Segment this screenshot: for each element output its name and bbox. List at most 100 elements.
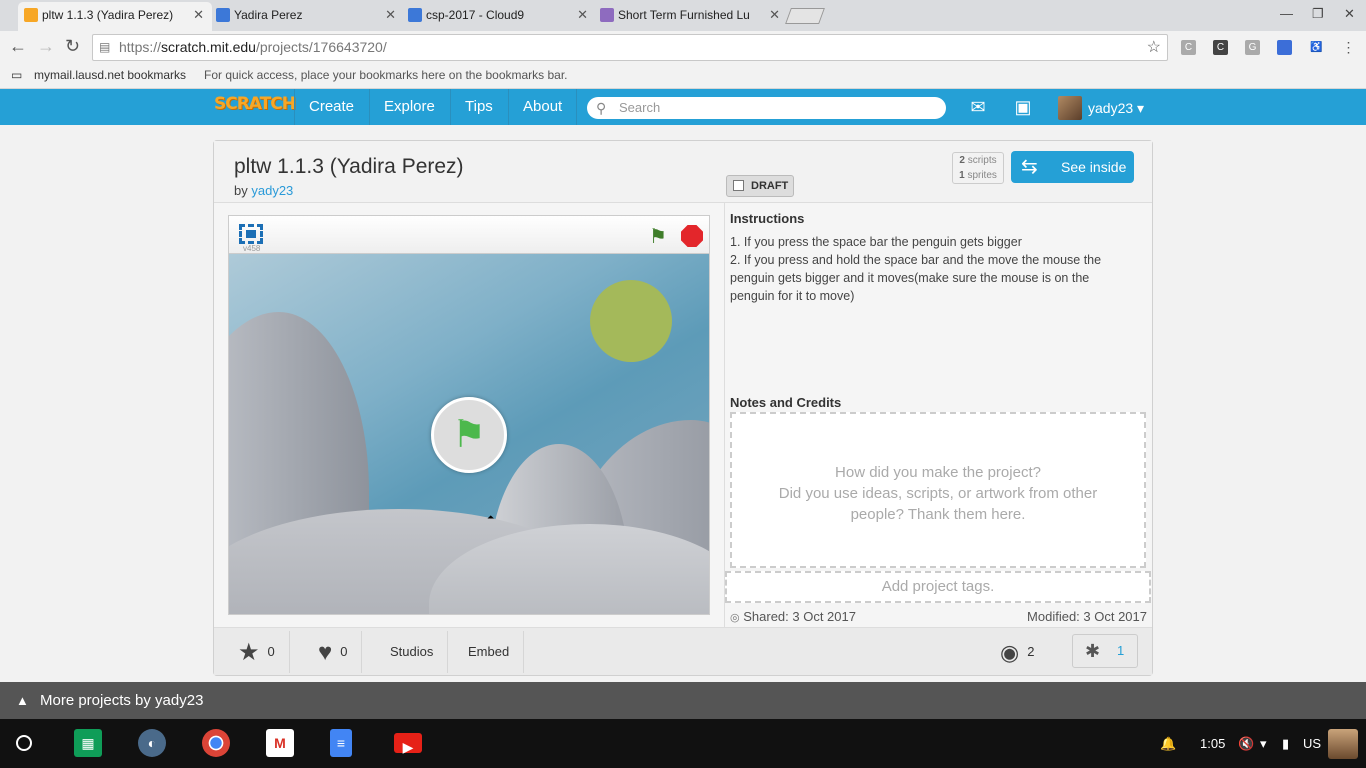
notes-title: Notes and Credits xyxy=(730,395,842,410)
back-icon[interactable]: ← xyxy=(9,36,27,57)
shared-icon: ◎ xyxy=(730,612,740,624)
page-info-icon[interactable]: ▤ xyxy=(99,35,110,60)
locale[interactable]: US xyxy=(1303,719,1321,768)
scripts-label: scripts xyxy=(967,155,997,166)
green-flag-icon[interactable]: ⚑ xyxy=(649,224,667,249)
avatar[interactable] xyxy=(1058,96,1082,120)
scripts-count: 2 xyxy=(959,155,965,166)
heart-icon: ♥ xyxy=(318,638,333,666)
browser-toolbar: ← → ↻ ▤ https://scratch.mit.edu/projects… xyxy=(0,31,1366,64)
extension-c-dark-icon[interactable]: C xyxy=(1213,40,1228,55)
play-flag-button[interactable]: ⚑ xyxy=(431,397,507,473)
favorite-button[interactable]: ★ 0 xyxy=(224,631,290,673)
browser-menu-icon[interactable]: ⋮ xyxy=(1341,40,1356,55)
address-bar[interactable]: ▤ https://scratch.mit.edu/projects/17664… xyxy=(92,34,1168,61)
search-input[interactable]: ⚲ Search xyxy=(587,97,946,119)
notes-textarea[interactable]: How did you make the project? Did you us… xyxy=(730,412,1146,568)
search-placeholder: Search xyxy=(619,100,661,115)
close-tab-icon[interactable]: ✕ xyxy=(577,2,588,28)
bookmark-folder[interactable]: mymail.lausd.net bookmarks xyxy=(34,64,186,86)
minimize-icon[interactable]: — xyxy=(1280,6,1293,21)
youtube-app-icon[interactable]: ▶ xyxy=(394,733,422,755)
close-tab-icon[interactable]: ✕ xyxy=(193,2,204,28)
my-stuff-icon[interactable]: ▣ xyxy=(1011,98,1035,116)
user-avatar[interactable] xyxy=(1328,729,1358,759)
page-title[interactable]: pltw 1.1.3 (Yadira Perez) xyxy=(234,155,464,179)
remix-tree-icon: ✱ xyxy=(1085,641,1101,661)
url-path: /projects/176643720/ xyxy=(255,39,387,55)
gmail-app-icon[interactable]: M xyxy=(266,729,294,757)
bookmark-star-icon[interactable]: ☆ xyxy=(1147,35,1161,60)
instructions-text[interactable]: 1. If you press the space bar the pengui… xyxy=(730,233,1130,305)
player-controls: v458 ⚑ xyxy=(229,216,709,254)
draft-checkbox[interactable] xyxy=(733,180,744,191)
scratch-nav: SCRATCH Create Explore Tips About ⚲ Sear… xyxy=(0,89,1366,125)
nav-about[interactable]: About xyxy=(508,89,578,125)
views-value: 2 xyxy=(1027,644,1035,659)
view-count: ◉ 2 xyxy=(1000,631,1034,673)
chrome-app-icon[interactable] xyxy=(202,729,230,757)
classroom-app-icon[interactable]: ▦ xyxy=(74,729,102,757)
project-author: by yady23 xyxy=(234,183,293,198)
project-player: v458 ⚑ ⚑ ⏶ xyxy=(228,215,710,615)
tab-scratch-project[interactable]: pltw 1.1.3 (Yadira Perez) ✕ xyxy=(18,2,212,31)
nav-tips[interactable]: Tips xyxy=(450,89,507,125)
embed-button[interactable]: Embed xyxy=(454,631,525,673)
scratch-logo[interactable]: SCRATCH xyxy=(214,94,296,114)
author-link[interactable]: yady23 xyxy=(251,183,293,198)
messages-icon[interactable]: ✉ xyxy=(966,98,990,116)
security-app-icon[interactable]: ◐ xyxy=(138,729,166,757)
tab-short-term[interactable]: Short Term Furnished Lu ✕ xyxy=(594,2,788,31)
tab-cloud9[interactable]: csp-2017 - Cloud9 ✕ xyxy=(402,2,596,31)
new-tab-button[interactable] xyxy=(785,8,825,24)
close-window-icon[interactable]: ✕ xyxy=(1344,6,1355,22)
remix-count: 1 xyxy=(1117,643,1125,658)
love-count: 0 xyxy=(340,644,348,659)
penguin-sprite: ⏶ xyxy=(487,512,495,522)
docs-app-icon[interactable]: ≡ xyxy=(330,729,352,757)
see-inside-label: See inside xyxy=(1061,159,1127,175)
url-scheme: https:// xyxy=(119,39,162,55)
close-tab-icon[interactable]: ✕ xyxy=(385,2,396,28)
stage-canvas[interactable]: ⚑ ⏶ xyxy=(229,254,709,614)
notes-placeholder: Did you use ideas, scripts, or artwork f… xyxy=(778,485,1098,523)
draft-toggle[interactable]: DRAFT xyxy=(726,175,794,197)
love-button[interactable]: ♥ 0 xyxy=(304,631,363,673)
wifi-icon[interactable]: ▾ xyxy=(1260,719,1267,768)
eye-icon: ◉ xyxy=(1000,639,1020,665)
notes-placeholder: How did you make the project? xyxy=(835,464,1041,481)
extension-c-icon[interactable]: C xyxy=(1181,40,1196,55)
extension-calendar-icon[interactable] xyxy=(1277,40,1292,55)
tab-title: Short Term Furnished Lu xyxy=(618,8,750,22)
clock[interactable]: 1:05 xyxy=(1200,719,1225,768)
tab-yadira-perez[interactable]: Yadira Perez ✕ xyxy=(210,2,404,31)
user-menu[interactable]: yady23 ▾ xyxy=(1088,100,1144,117)
forward-icon[interactable]: → xyxy=(37,36,55,57)
battery-icon[interactable]: ▮ xyxy=(1282,719,1289,768)
notification-icon[interactable]: 🔔 xyxy=(1160,719,1176,768)
tab-title: csp-2017 - Cloud9 xyxy=(426,8,525,22)
modified-date: Modified: 3 Oct 2017 xyxy=(1027,609,1147,624)
by-label: by xyxy=(234,183,248,198)
reload-icon[interactable]: ↻ xyxy=(65,36,80,57)
tags-input[interactable]: Add project tags. xyxy=(725,571,1151,603)
system-shelf: ▦ ◐ M ≡ ▶ 🔔 1:05 🔇 ▾ ▮ US xyxy=(0,719,1366,768)
mute-icon[interactable]: 🔇 xyxy=(1238,719,1254,768)
nav-explore[interactable]: Explore xyxy=(369,89,449,125)
remix-tree-button[interactable]: ✱ 1 xyxy=(1072,634,1138,668)
launcher-icon[interactable] xyxy=(16,735,32,751)
stop-icon[interactable] xyxy=(681,225,703,247)
see-inside-button[interactable]: ⇆ See inside xyxy=(1011,151,1134,183)
nav-create[interactable]: Create xyxy=(294,89,368,125)
sprites-count: 1 xyxy=(959,170,965,181)
studios-button[interactable]: Studios xyxy=(376,631,449,673)
tab-title: Yadira Perez xyxy=(234,8,303,22)
maximize-icon[interactable]: ❐ xyxy=(1312,6,1324,22)
site-favicon-icon xyxy=(600,8,614,22)
fullscreen-icon[interactable] xyxy=(239,224,263,244)
close-tab-icon[interactable]: ✕ xyxy=(769,2,780,28)
shared-label: Shared: 3 Oct 2017 xyxy=(743,609,856,624)
extension-accessibility-icon[interactable]: ♿ xyxy=(1309,40,1324,55)
extension-g-icon[interactable]: G xyxy=(1245,40,1260,55)
more-projects-bar[interactable]: ▲ More projects by yady23 xyxy=(0,682,1366,719)
